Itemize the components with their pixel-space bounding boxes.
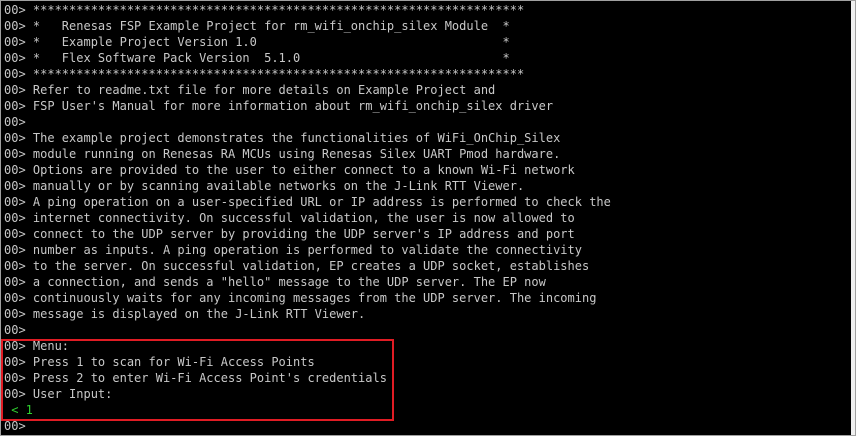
terminal-output[interactable]: 00> ************************************… xyxy=(1,1,851,435)
terminal-line: 00> manually or by scanning available ne… xyxy=(4,178,611,194)
line-prefix: 00> xyxy=(4,147,33,161)
terminal-line: 00> The example project demonstrates the… xyxy=(4,130,611,146)
line-prefix: 00> xyxy=(4,371,33,385)
line-prefix: 00> xyxy=(4,387,33,401)
terminal-line: 00> Refer to readme.txt file for more de… xyxy=(4,82,611,98)
line-prefix: 00> xyxy=(4,291,33,305)
line-prefix: 00> xyxy=(4,3,33,17)
terminal-line: 00> FSP User's Manual for more informati… xyxy=(4,98,611,114)
line-prefix: 00> xyxy=(4,307,33,321)
line-prefix: 00> xyxy=(4,323,33,337)
terminal-line: 00> xyxy=(4,322,611,338)
line-text: A ping operation on a user-specified URL… xyxy=(32,195,611,209)
line-text: internet connectivity. On successful val… xyxy=(32,211,575,225)
line-text: to the server. On successful validation,… xyxy=(32,259,590,273)
line-text: continuously waits for any incoming mess… xyxy=(32,291,597,305)
line-prefix: 00> xyxy=(4,51,33,65)
terminal-line: 00> ************************************… xyxy=(4,66,611,82)
terminal-line: 00> internet connectivity. On successful… xyxy=(4,210,611,226)
rtt-viewer-window: 00> ************************************… xyxy=(0,0,856,436)
terminal-line: 00> Press 1 to scan for Wi-Fi Access Poi… xyxy=(4,354,611,370)
line-prefix: 00> xyxy=(4,35,33,49)
line-prefix: 00> xyxy=(4,195,33,209)
terminal-line: 00> to the server. On successful validat… xyxy=(4,258,611,274)
terminal-line: 00> Options are provided to the user to … xyxy=(4,162,611,178)
terminal-prompt: 00> xyxy=(4,419,26,433)
line-text: Options are provided to the user to eith… xyxy=(32,163,575,177)
line-text: * Renesas FSP Example Project for rm_wif… xyxy=(32,19,510,33)
line-text: manually or by scanning available networ… xyxy=(32,179,525,193)
terminal-line: 00> module running on Renesas RA MCUs us… xyxy=(4,146,611,162)
terminal-line: 00> connect to the UDP server by providi… xyxy=(4,226,611,242)
terminal-line: 00> message is displayed on the J-Link R… xyxy=(4,306,611,322)
terminal-line: 00> number as inputs. A ping operation i… xyxy=(4,242,611,258)
line-text: The example project demonstrates the fun… xyxy=(32,131,561,145)
line-prefix: 00> xyxy=(4,115,33,129)
line-prefix: 00> xyxy=(4,227,33,241)
terminal-lines: 00> ************************************… xyxy=(4,2,611,434)
vertical-scrollbar[interactable] xyxy=(851,1,855,435)
line-prefix: 00> xyxy=(4,19,33,33)
terminal-line: 00> * Renesas FSP Example Project for rm… xyxy=(4,18,611,34)
line-prefix: 00> xyxy=(4,163,33,177)
line-prefix: 00> xyxy=(4,83,33,97)
terminal-line: 00> Menu: xyxy=(4,338,611,354)
user-input-echo: < 1 xyxy=(4,403,33,417)
terminal-line: 00> * Example Project Version 1.0 * xyxy=(4,34,611,50)
line-prefix: 00> xyxy=(4,355,33,369)
line-prefix: 00> xyxy=(4,99,33,113)
terminal-line: 00> User Input: xyxy=(4,386,611,402)
line-prefix: 00> xyxy=(4,179,33,193)
line-text: Menu: xyxy=(32,339,70,353)
line-text: number as inputs. A ping operation is pe… xyxy=(32,243,582,257)
line-prefix: 00> xyxy=(4,67,33,81)
line-text: module running on Renesas RA MCUs using … xyxy=(32,147,561,161)
line-text: connect to the UDP server by providing t… xyxy=(32,227,575,241)
terminal-line: 00> ************************************… xyxy=(4,2,611,18)
terminal-line: 00> Press 2 to enter Wi-Fi Access Point'… xyxy=(4,370,611,386)
terminal-line: 00> A ping operation on a user-specified… xyxy=(4,194,611,210)
terminal-line: 00> * Flex Software Pack Version 5.1.0 * xyxy=(4,50,611,66)
line-prefix: 00> xyxy=(4,275,33,289)
terminal-line: 00> a connection, and sends a "hello" me… xyxy=(4,274,611,290)
line-text: ****************************************… xyxy=(32,3,525,17)
line-text: a connection, and sends a "hello" messag… xyxy=(32,275,546,289)
line-prefix: 00> xyxy=(4,259,33,273)
line-text: FSP User's Manual for more information a… xyxy=(32,99,554,113)
line-prefix: 00> xyxy=(4,211,33,225)
line-text: * Flex Software Pack Version 5.1.0 * xyxy=(32,51,510,65)
terminal-line: 00> xyxy=(4,114,611,130)
line-text: Press 1 to scan for Wi-Fi Access Points xyxy=(32,355,315,369)
line-text: ****************************************… xyxy=(32,67,525,81)
line-text: User Input: xyxy=(32,387,113,401)
line-prefix: 00> xyxy=(4,131,33,145)
line-text: Press 2 to enter Wi-Fi Access Point's cr… xyxy=(32,371,387,385)
terminal-line: 00> continuously waits for any incoming … xyxy=(4,290,611,306)
line-text: Refer to readme.txt file for more detail… xyxy=(32,83,496,97)
line-text: message is displayed on the J-Link RTT V… xyxy=(32,307,366,321)
line-prefix: 00> xyxy=(4,243,33,257)
line-text: * Example Project Version 1.0 * xyxy=(32,35,510,49)
line-prefix: 00> xyxy=(4,339,33,353)
